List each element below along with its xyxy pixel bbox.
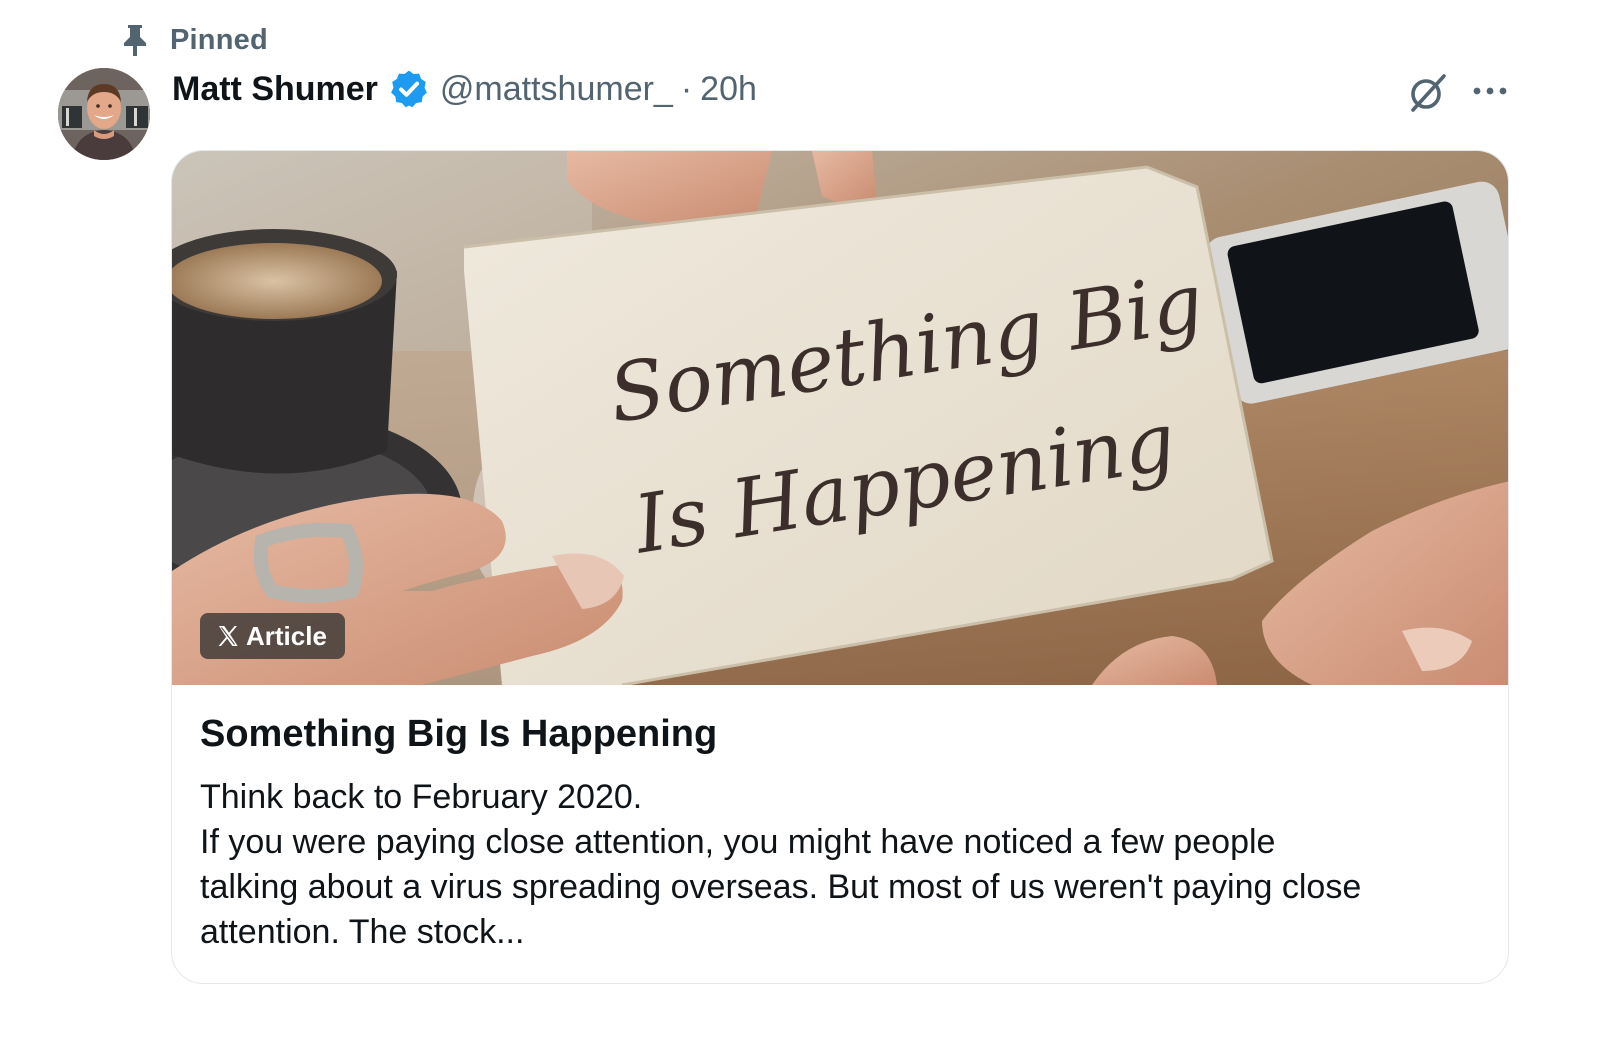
post-header: Matt Shumer @mattshumer_ · 20h <box>172 64 757 114</box>
article-excerpt: Think back to February 2020. If you were… <box>200 775 1480 955</box>
grok-icon[interactable] <box>1404 70 1450 116</box>
pin-icon <box>124 25 146 56</box>
excerpt-line: attention. The stock... <box>200 913 525 951</box>
article-title[interactable]: Something Big Is Happening <box>200 713 717 756</box>
article-cover-image: Something Big Is Happening Article <box>172 151 1508 685</box>
verified-badge-icon[interactable] <box>388 68 430 110</box>
author-handle[interactable]: @mattshumer_ <box>440 70 673 109</box>
excerpt-line: talking about a virus spreading overseas… <box>200 868 1362 906</box>
article-badge-label: Article <box>246 620 327 651</box>
excerpt-line: If you were paying close attention, you … <box>200 823 1276 861</box>
separator-dot: · <box>680 69 693 108</box>
excerpt-line: Think back to February 2020. <box>200 778 643 816</box>
pinned-label: Pinned <box>170 23 268 56</box>
post-timestamp[interactable]: 20h <box>700 70 757 109</box>
x-logo-icon <box>218 626 238 646</box>
more-icon[interactable] <box>1470 76 1510 106</box>
article-badge: Article <box>200 613 345 659</box>
author-name[interactable]: Matt Shumer <box>172 70 378 109</box>
avatar[interactable] <box>58 68 150 160</box>
article-card[interactable]: Something Big Is Happening Article Somet… <box>171 150 1509 984</box>
avatar-image <box>58 68 150 160</box>
pinned-indicator: Pinned <box>122 20 268 60</box>
